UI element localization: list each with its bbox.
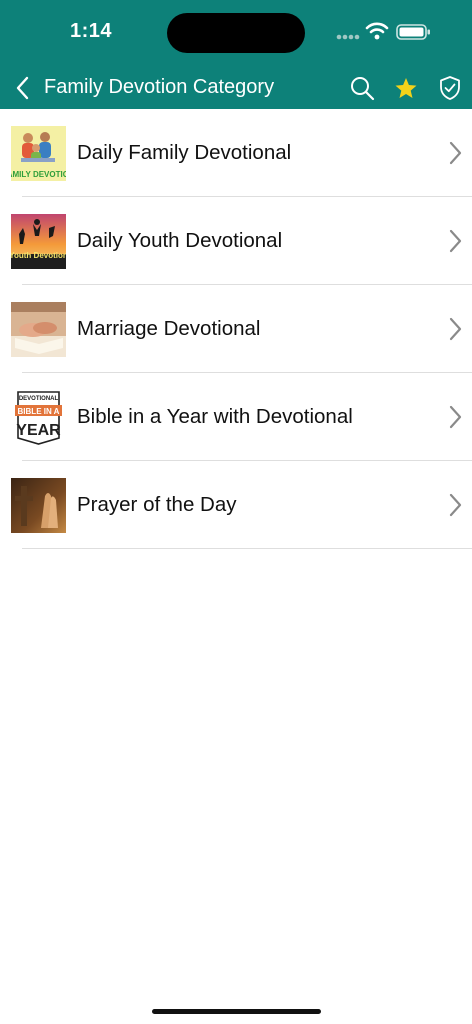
bible-thumb-top: DEVOTIONAL xyxy=(19,396,59,402)
bible-year-thumbnail: DEVOTIONAL BIBLE IN A YEAR xyxy=(11,389,66,445)
home-indicator[interactable] xyxy=(152,1009,321,1014)
list-item-label: Prayer of the Day xyxy=(77,493,237,516)
bible-thumb-bottom: YEAR xyxy=(16,422,61,439)
youth-thumbnail: Youth Devotion xyxy=(11,213,66,269)
list-item-label: Daily Youth Devotional xyxy=(77,229,283,252)
chevron-right-icon xyxy=(449,493,462,517)
category-list: FAMILY DEVOTION Daily Family Devotional xyxy=(0,109,472,549)
list-item-daily-family-devotional[interactable]: FAMILY DEVOTION Daily Family Devotional xyxy=(0,109,472,197)
header-bar: 1:14 Family Devotion Category xyxy=(0,0,472,109)
list-item-label: Marriage Devotional xyxy=(77,317,261,340)
dynamic-island xyxy=(167,13,305,53)
list-item-daily-youth-devotional[interactable]: Youth Devotion Daily Youth Devotional xyxy=(0,197,472,285)
search-icon[interactable] xyxy=(348,74,376,102)
star-icon[interactable] xyxy=(392,74,420,102)
list-item-marriage-devotional[interactable]: Marriage Devotional xyxy=(0,285,472,373)
cellular-signal-icon xyxy=(336,34,360,40)
wifi-icon xyxy=(365,22,389,40)
list-item-label: Bible in a Year with Devotional xyxy=(77,405,353,428)
chevron-right-icon xyxy=(449,141,462,165)
shield-check-icon[interactable] xyxy=(436,74,464,102)
status-time: 1:14 xyxy=(70,20,113,42)
family-thumbnail: FAMILY DEVOTION xyxy=(11,125,66,181)
chevron-right-icon xyxy=(449,405,462,429)
family-thumb-caption: FAMILY DEVOTION xyxy=(11,170,66,179)
chevron-right-icon xyxy=(449,229,462,253)
list-item-label: Daily Family Devotional xyxy=(77,141,292,164)
back-chevron-icon[interactable] xyxy=(12,74,36,102)
bible-thumb-mid: BIBLE IN A xyxy=(18,407,60,416)
list-item-bible-in-a-year[interactable]: DEVOTIONAL BIBLE IN A YEAR Bible in a Ye… xyxy=(0,373,472,461)
youth-thumb-caption: Youth Devotion xyxy=(11,251,66,260)
marriage-thumbnail xyxy=(11,301,66,357)
list-item-prayer-of-the-day[interactable]: Prayer of the Day xyxy=(0,461,472,549)
battery-icon xyxy=(396,24,430,40)
prayer-thumbnail xyxy=(11,477,66,533)
page-title: Family Devotion Category xyxy=(44,76,275,98)
chevron-right-icon xyxy=(449,317,462,341)
